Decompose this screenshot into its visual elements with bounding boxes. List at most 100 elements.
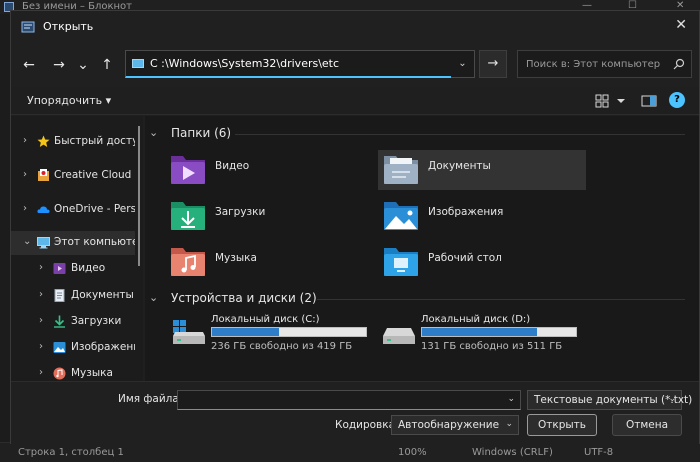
preview-pane-icon[interactable]: [641, 93, 657, 109]
desktop-folder-icon: [384, 248, 418, 276]
drive-free-space: 131 ГБ свободно из 511 ГБ: [421, 341, 563, 352]
folder-label: Документы: [428, 160, 491, 172]
chevron-down-icon[interactable]: ⌄: [23, 236, 31, 247]
chevron-right-icon[interactable]: ›: [39, 262, 43, 273]
documents-folder-icon: [384, 156, 418, 184]
sidebar-item-pictures[interactable]: › Изображения: [11, 336, 135, 360]
sidebar-item-label: Этот компьютер: [54, 236, 135, 248]
drives-group-header[interactable]: ⌄ Устройства и диски (2): [145, 290, 695, 308]
music-folder-icon: [171, 248, 205, 276]
go-button[interactable]: →: [479, 50, 507, 78]
drive-tile-d[interactable]: Локальный диск (D:) 131 ГБ свободно из 5…: [381, 314, 587, 356]
address-path[interactable]: C :\Windows\System32\drivers\etc: [150, 57, 339, 70]
drive-usage-bar: [211, 327, 367, 337]
dialog-titlebar: Открыть ✕: [11, 11, 699, 43]
sidebar-item-creative-cloud[interactable]: › Creative Cloud F: [11, 164, 135, 188]
recent-locations-button[interactable]: ⌄: [73, 55, 93, 75]
drive-name: Локальный диск (D:): [421, 314, 531, 325]
sidebar-item-quick-access[interactable]: › Быстрый доступ: [11, 130, 135, 154]
encoding-value: Автообнаружение: [398, 419, 500, 431]
encoding-label: Кодировка:: [335, 419, 399, 431]
command-bar: Упорядочить ▾ ?: [11, 87, 699, 115]
status-line-endings: Windows (CRLF): [472, 447, 553, 458]
chevron-down-icon[interactable]: ⌄: [149, 291, 158, 304]
sidebar-item-label: Музыка: [71, 367, 113, 379]
group-divider: [235, 134, 685, 135]
address-bar[interactable]: C :\Windows\System32\drivers\etc: [125, 50, 461, 78]
sidebar-item-label: Creative Cloud F: [54, 169, 135, 181]
chevron-right-icon[interactable]: ›: [23, 169, 27, 180]
encoding-select[interactable]: Автообнаружение ⌄: [391, 415, 519, 435]
chevron-down-icon[interactable]: ⌄: [668, 394, 676, 404]
chevron-down-icon[interactable]: ⌄: [505, 419, 513, 429]
folder-tile-videos[interactable]: Видео: [165, 150, 373, 190]
scrollbar-thumb[interactable]: [138, 126, 140, 266]
search-icon: [673, 58, 685, 70]
sidebar-item-onedrive[interactable]: › OneDrive - Perso: [11, 198, 135, 222]
computer-icon: [132, 59, 144, 68]
downloads-folder-icon: [171, 202, 205, 230]
folder-label: Видео: [215, 160, 250, 172]
chevron-right-icon[interactable]: ›: [39, 289, 43, 300]
folder-label: Рабочий стол: [428, 252, 502, 264]
group-title: Папки (6): [171, 126, 232, 140]
status-encoding: UTF-8: [584, 447, 614, 458]
sidebar-item-label: OneDrive - Perso: [54, 203, 135, 215]
status-zoom: 100%: [398, 447, 427, 458]
search-box[interactable]: [517, 50, 692, 78]
chevron-right-icon[interactable]: ›: [23, 203, 27, 214]
sidebar-item-this-pc[interactable]: ⌄ Этот компьютер: [11, 231, 135, 255]
chevron-right-icon[interactable]: ›: [39, 367, 43, 378]
folders-group-header[interactable]: ⌄ Папки (6): [145, 125, 695, 143]
folder-tile-desktop[interactable]: Рабочий стол: [378, 242, 586, 282]
filename-combobox[interactable]: ⌄: [177, 390, 521, 410]
cancel-button[interactable]: Отмена: [612, 414, 682, 436]
folder-label: Загрузки: [215, 206, 266, 218]
group-title: Устройства и диски (2): [171, 291, 317, 305]
sidebar-item-music[interactable]: › Музыка: [11, 362, 135, 381]
address-history-dropdown[interactable]: ⌄: [451, 50, 475, 78]
folder-label: Изображения: [428, 206, 504, 218]
folder-tile-pictures[interactable]: Изображения: [378, 196, 586, 236]
open-button[interactable]: Открыть: [527, 414, 597, 436]
help-button[interactable]: ?: [669, 92, 685, 108]
chevron-down-icon[interactable]: ⌄: [507, 394, 515, 404]
folder-tile-downloads[interactable]: Загрузки: [165, 196, 373, 236]
folder-tile-music[interactable]: Музыка: [165, 242, 373, 282]
filetype-select[interactable]: Текстовые документы (*.txt) ⌄: [527, 390, 692, 410]
creative-cloud-icon: [38, 169, 49, 181]
sidebar-item-videos[interactable]: › Видео: [11, 257, 135, 281]
video-folder-icon: [171, 156, 205, 184]
sidebar-scrollbar[interactable]: [135, 116, 143, 381]
computer-icon: [37, 237, 50, 249]
chevron-right-icon[interactable]: ›: [39, 315, 43, 326]
drive-free-space: 236 ГБ свободно из 419 ГБ: [211, 341, 353, 352]
sidebar-item-label: Документы: [71, 289, 134, 301]
pictures-folder-icon: [53, 342, 66, 353]
organize-menu-button[interactable]: Упорядочить ▾: [27, 94, 111, 107]
dialog-title: Открыть: [43, 20, 94, 33]
folder-label: Музыка: [215, 252, 257, 264]
search-input[interactable]: [526, 57, 666, 71]
change-view-button[interactable]: [595, 93, 625, 109]
hard-drive-icon: [383, 328, 415, 344]
drive-usage-fill: [422, 328, 537, 336]
chevron-right-icon[interactable]: ›: [23, 135, 27, 146]
drive-tile-c[interactable]: Локальный диск (C:) 236 ГБ свободно из 4…: [171, 314, 377, 356]
chevron-right-icon[interactable]: ›: [39, 341, 43, 352]
sidebar-item-documents[interactable]: › Документы: [11, 284, 135, 308]
chevron-down-icon[interactable]: ⌄: [149, 126, 158, 139]
folder-tile-documents[interactable]: Документы: [378, 150, 586, 190]
navigation-bar: ← → ⌄ ↑ C :\Windows\System32\drivers\etc…: [11, 43, 699, 87]
back-button[interactable]: ←: [19, 55, 39, 75]
sidebar-item-downloads[interactable]: › Загрузки: [11, 310, 135, 334]
documents-folder-icon: [54, 289, 65, 302]
dialog-footer: Имя файла: ⌄ Текстовые документы (*.txt)…: [11, 381, 699, 445]
up-button[interactable]: ↑: [97, 55, 117, 75]
video-folder-icon: [53, 263, 66, 274]
sidebar-item-label: Изображения: [71, 341, 135, 353]
forward-button[interactable]: →: [49, 55, 69, 75]
close-button[interactable]: ✕: [675, 17, 687, 33]
drive-usage-bar: [421, 327, 577, 337]
status-position: Строка 1, столбец 1: [18, 447, 124, 458]
